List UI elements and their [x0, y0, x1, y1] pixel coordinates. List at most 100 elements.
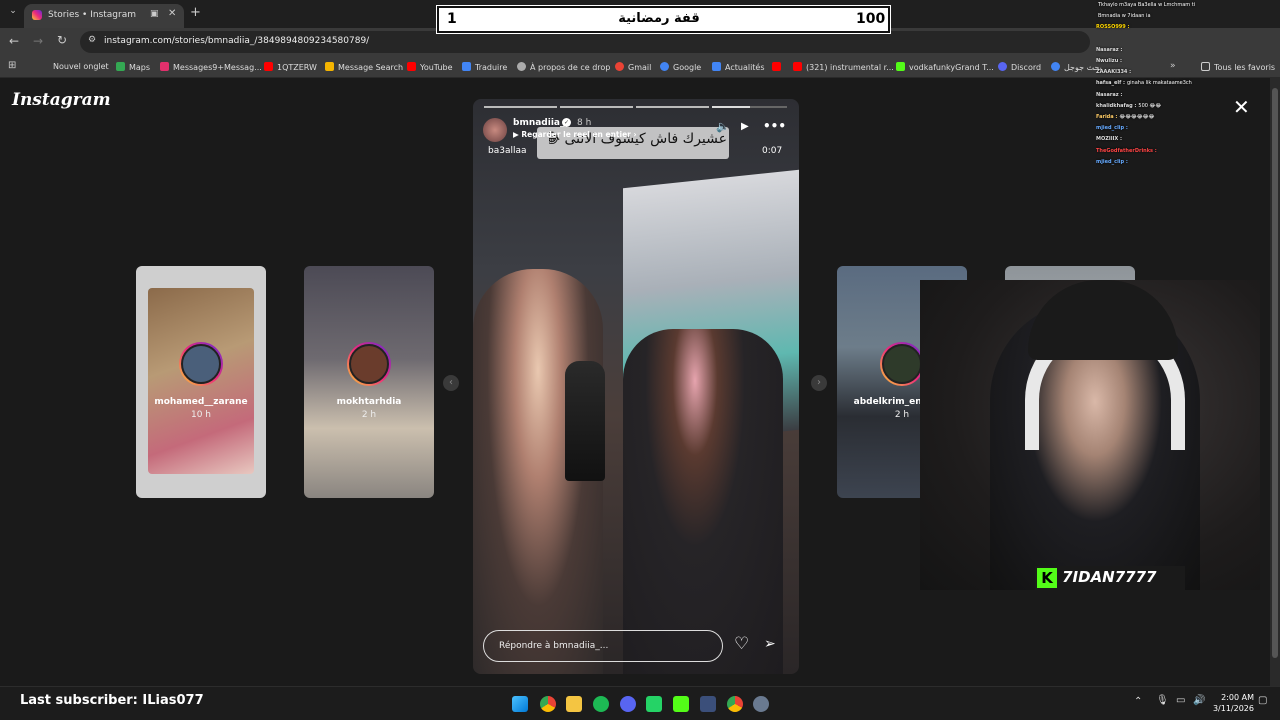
bookmark-10[interactable]: Actualités: [712, 62, 765, 72]
bookmark-4[interactable]: Message Search: [325, 62, 403, 72]
bookmark-label: Message Search: [338, 63, 404, 72]
bookmark-label: Nouvel onglet: [53, 62, 109, 71]
avatar: [347, 342, 391, 386]
side-story-time: 10 h: [190, 410, 212, 420]
chat-message: Nwulizu :: [1096, 56, 1280, 67]
url-field[interactable]: ⚙ instagram.com/stories/bmnadiia_/384989…: [80, 31, 1090, 53]
previous-story-icon[interactable]: ‹: [443, 375, 459, 391]
bookmark-12[interactable]: (321) instrumental r...: [793, 62, 894, 72]
reply-input[interactable]: Répondre à bmnadiia_...: [483, 630, 723, 662]
side-story-username: mohamed__zarane: [154, 397, 248, 407]
bookmark-label: 1QTZERW: [277, 63, 317, 72]
bookmark-14[interactable]: Discord: [998, 62, 1041, 72]
apps-grid-icon[interactable]: ⊞: [8, 60, 16, 71]
reply-placeholder: Répondre à bmnadiia_...: [499, 641, 609, 651]
whatsapp-icon[interactable]: [646, 696, 662, 712]
mute-icon[interactable]: 🔈: [716, 120, 730, 133]
story-scene-person-right: [623, 329, 783, 674]
bookmark-label: Actualités: [725, 63, 765, 72]
play-icon[interactable]: ▶: [741, 121, 749, 132]
side-story-username: mokhtarhdia: [336, 397, 402, 407]
bookmark-7[interactable]: À propos de ce drop: [517, 62, 610, 72]
microphone-icon[interactable]: 🎙: [1156, 695, 1169, 706]
bookmark-1[interactable]: Maps: [116, 62, 150, 72]
chart-icon: [325, 62, 334, 71]
chat-text: Bmnadia w 7idaan ia: [1098, 13, 1151, 20]
audio-label[interactable]: ba3allaa: [488, 146, 527, 156]
chat-message: Tkhaylo m3aya Ba3ella w Lmchmam ti: [1096, 0, 1280, 11]
bookmark-label: Gmail: [628, 63, 652, 72]
kick-icon: K: [1037, 568, 1057, 588]
bookmark-label: À propos de ce drop: [530, 63, 611, 72]
new-tab-button[interactable]: +: [190, 5, 201, 20]
bookmark-6[interactable]: Traduire: [462, 62, 507, 72]
bookmark-13[interactable]: vodkafunkyGrand T...: [896, 62, 994, 72]
chat-message: Bmnadia w 7idaan ia: [1096, 11, 1280, 22]
volume-icon[interactable]: 🔊: [1193, 695, 1205, 706]
instagram-logo[interactable]: Instagram: [12, 90, 111, 110]
chat-message: mjied_clip :: [1096, 157, 1280, 168]
chevron-right-icon: ›: [630, 130, 637, 139]
media-icon[interactable]: ▣: [150, 9, 159, 19]
chat-message: mjied_clip :: [1096, 123, 1280, 134]
reload-icon[interactable]: ↻: [57, 33, 67, 47]
chat-username: MOZIIIX :: [1096, 136, 1123, 143]
bookmark-3[interactable]: 1QTZERW: [264, 62, 317, 72]
chrome-icon[interactable]: [540, 696, 556, 712]
tab-title: Stories • Instagram: [48, 10, 136, 20]
next-story-icon[interactable]: ›: [811, 375, 827, 391]
story-scene-object: [565, 361, 605, 481]
cap-icon: [1028, 280, 1178, 360]
settings-gear-icon[interactable]: [753, 696, 769, 712]
obs-icon[interactable]: [700, 696, 716, 712]
globe-icon: [517, 62, 526, 71]
last-subscriber: Last subscriber: ILias077: [20, 693, 204, 708]
forward-icon[interactable]: →: [33, 34, 43, 48]
system-clock[interactable]: 2:00 AM 3/11/2026: [1210, 692, 1254, 714]
spotify-icon[interactable]: [593, 696, 609, 712]
back-icon[interactable]: ←: [9, 34, 19, 48]
tab-stories-instagram[interactable]: Stories • Instagram ▣ ✕: [24, 4, 184, 28]
file-explorer-icon[interactable]: [566, 696, 582, 712]
bookmark-label: Maps: [129, 63, 151, 72]
kick-icon: [896, 62, 905, 71]
watch-reel-link[interactable]: ▶ Regarder le reel en entier ›: [513, 130, 637, 139]
like-heart-icon[interactable]: ♡: [734, 634, 749, 654]
youtube-icon: [793, 62, 802, 71]
chat-message: Nasaraz :: [1096, 45, 1280, 56]
chat-username: ZAAAKI334 :: [1096, 69, 1132, 76]
chrome-icon[interactable]: [727, 696, 743, 712]
avatar: [880, 342, 924, 386]
side-story-card[interactable]: mohamed__zarane 10 h: [136, 266, 266, 498]
discord-icon[interactable]: [620, 696, 636, 712]
tab-search-button[interactable]: ⌄: [6, 6, 20, 20]
share-send-icon[interactable]: ➢: [764, 636, 776, 652]
network-icon[interactable]: ▭: [1176, 695, 1185, 706]
bookmark-11[interactable]: [772, 62, 785, 72]
youtube-icon: [407, 62, 416, 71]
chat-username: mjied_clip :: [1096, 158, 1128, 165]
close-tab-icon[interactable]: ✕: [168, 8, 176, 19]
bookmark-9[interactable]: Google: [660, 62, 701, 72]
active-story[interactable]: bmnadiia_ ✓ 8 h عشيرك فاش كيشوف الانثى 😂…: [473, 99, 799, 674]
donation-goal-bar: 1 قفة رمضانية 100: [437, 6, 890, 33]
bookmark-5[interactable]: YouTube: [407, 62, 453, 72]
site-info-icon[interactable]: ⚙: [88, 35, 96, 45]
chevron-up-icon[interactable]: ⌃: [1134, 696, 1142, 707]
windows-start-icon[interactable]: [512, 696, 528, 712]
side-story-card[interactable]: mokhtarhdia 2 h: [304, 266, 434, 498]
bookmark-0[interactable]: Nouvel onglet: [53, 62, 109, 71]
avatar[interactable]: [483, 118, 507, 142]
chat-text: 500 😂😂: [1138, 102, 1162, 109]
chat-username: Farida :: [1096, 114, 1118, 121]
more-options-icon[interactable]: •••: [763, 119, 786, 133]
bookmark-label: vodkafunkyGrand T...: [909, 63, 994, 72]
instagram-favicon-icon: [32, 10, 42, 20]
bookmark-8[interactable]: Gmail: [615, 62, 651, 72]
kick-icon[interactable]: [673, 696, 689, 712]
chat-username: ROSSO999 :: [1096, 24, 1130, 31]
bookmark-2[interactable]: Messages9+Messag...: [160, 62, 262, 72]
bookmark-15[interactable]: بحث جوجل: [1051, 62, 1102, 72]
instagram-icon: [160, 62, 169, 71]
notification-icon[interactable]: ▢: [1258, 695, 1267, 706]
